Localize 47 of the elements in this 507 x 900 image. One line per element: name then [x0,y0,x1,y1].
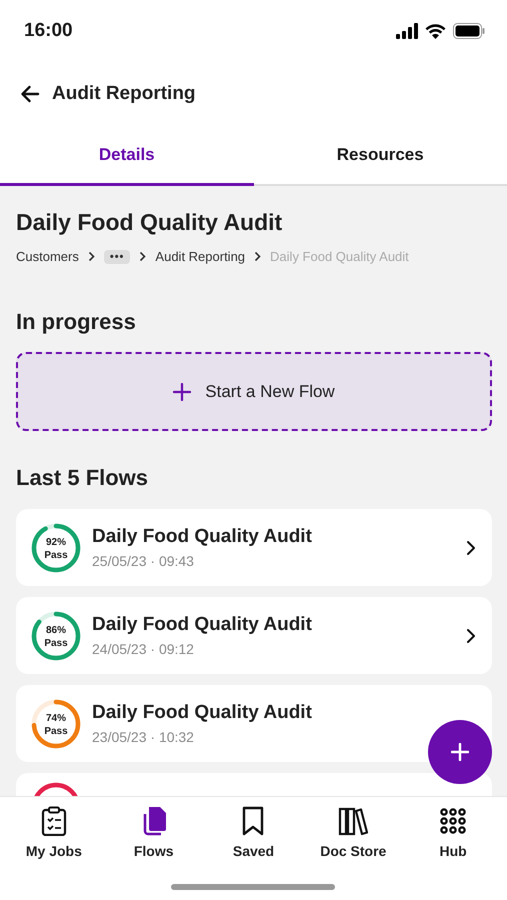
signal-icon [396,23,418,39]
flow-card[interactable]: 86% Pass Daily Food Quality Audit 24/05/23 · 09:12 [16,597,492,674]
flow-date: 24/05/23 · 09:12 [92,641,195,657]
flow-title: Daily Food Quality Audit [92,526,313,548]
flow-title: Daily Food Quality Audit [92,702,313,724]
plus-icon [451,743,469,761]
nav-item[interactable]: Hub [407,805,500,859]
score-result: Pass [44,724,68,738]
back-arrow-icon[interactable] [20,85,40,103]
score-percent: 92% [46,536,66,548]
section-heading: In progress [16,309,137,335]
wifi-icon [425,23,446,39]
score-percent: 74% [46,712,66,724]
breadcrumb-link[interactable]: Customers [16,249,79,264]
flow-card[interactable]: 92% Pass Daily Food Quality Audit 25/05/23 · 09:43 [16,509,492,586]
breadcrumb-more[interactable]: ••• [104,250,130,264]
books-icon [338,806,368,836]
flow-title: Daily Food Quality Audit [92,614,313,636]
nav-item[interactable]: My Jobs [8,805,100,859]
plus-icon [173,382,192,400]
grid-icon [440,808,466,834]
flow-date: 23/05/23 · 10:32 [92,729,195,745]
breadcrumb-current: Daily Food Quality Audit [270,249,409,264]
breadcrumb-separator-icon [88,251,95,262]
battery-icon [453,23,485,39]
page-title: Daily Food Quality Audit [16,209,284,236]
nav-item[interactable]: Saved [207,805,300,859]
header-title: Audit Reporting [52,83,196,105]
tab[interactable]: Resources [254,126,507,186]
start-new-flow-button[interactable]: Start a New Flow [16,352,492,431]
breadcrumb-link[interactable]: Audit Reporting [155,249,246,264]
nav-item[interactable]: Flows [108,805,200,859]
score-result: Pass [44,636,68,650]
section-heading: Last 5 Flows [16,465,150,491]
score-ring [30,610,82,662]
breadcrumb-separator-icon [254,251,262,262]
bookmark-icon [242,806,264,836]
breadcrumb-separator-icon [139,251,146,262]
clipboard-icon [40,806,67,836]
flow-date: 25/05/23 · 09:43 [92,553,195,569]
score-result: Pass [44,548,68,562]
status-time: 16:00 [24,20,73,42]
score-ring [30,698,82,750]
flow-card[interactable]: 74% Pass Daily Food Quality Audit 23/05/23 · 10:32 [16,685,492,762]
nav-item[interactable]: Doc Store [307,805,400,859]
score-ring [30,522,82,574]
score-percent: 86% [46,624,66,636]
